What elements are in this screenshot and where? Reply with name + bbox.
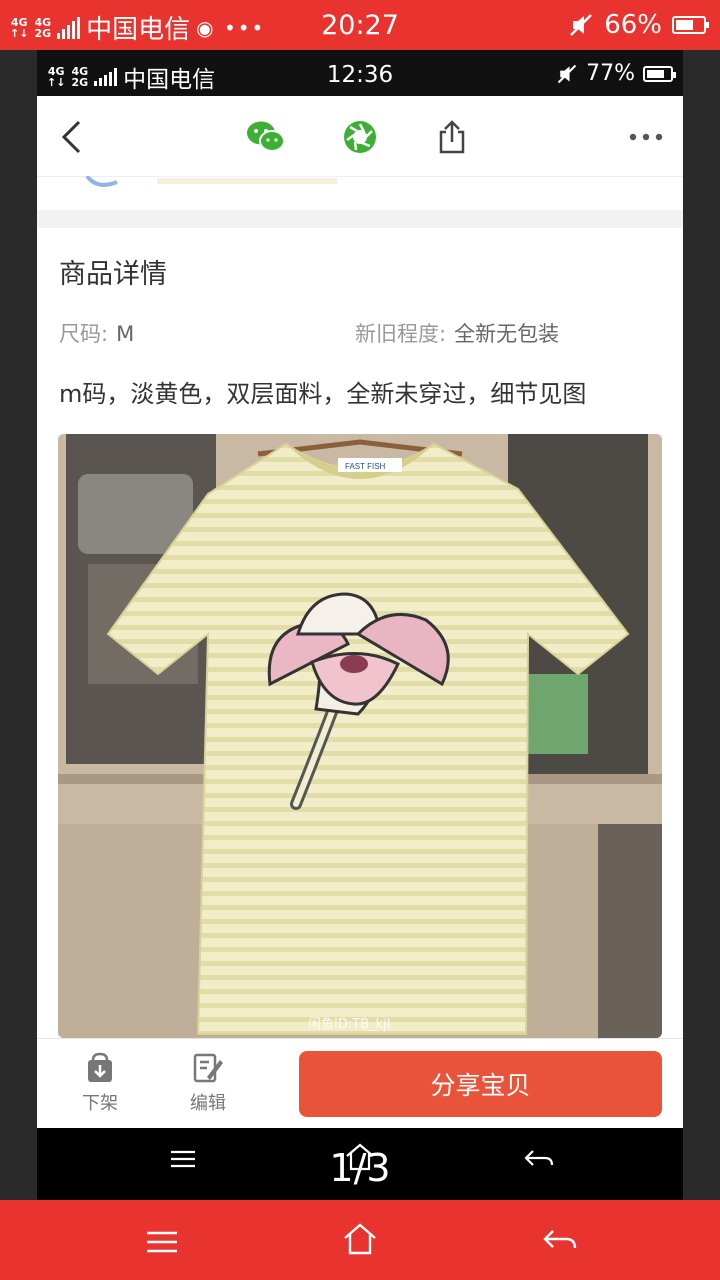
edit-label: 编辑: [190, 1093, 226, 1114]
size-label: 尺码:: [59, 322, 109, 346]
battery-icon: [643, 65, 676, 82]
photo-watermark: 闲鱼ID:TB_kjl: [308, 1016, 390, 1032]
product-photo[interactable]: FAST FISH 闲鱼ID:TB_kjl: [58, 434, 662, 1038]
section-title: 商品详情: [59, 259, 167, 290]
more-icon[interactable]: [625, 116, 667, 158]
section-separator: [37, 210, 683, 228]
shirt-brand-label: FAST FISH: [345, 462, 386, 471]
back-nav-icon[interactable]: [542, 1228, 578, 1254]
delist-label: 下架: [82, 1093, 118, 1114]
condition-value: 全新无包装: [454, 322, 560, 346]
condition-label: 新旧程度:: [355, 322, 447, 346]
delist-icon: [88, 1052, 112, 1082]
wechat-icon[interactable]: [245, 116, 287, 158]
outer-status-bar: 4G ↑↓ 4G 2G 中国电信 ◉ ••• 20:27 66%: [0, 0, 720, 50]
condition-attribute: 新旧程度: 全新无包装: [355, 318, 559, 348]
inner-status-bar: 4G ↑↓ 4G 2G 中国电信 12:36 77%: [37, 50, 683, 96]
size-value: M: [116, 322, 135, 346]
battery-percent: 66%: [604, 10, 662, 40]
item-description: m码，淡黄色，双层面料，全新未穿过，细节见图: [59, 380, 587, 408]
image-page-indicator: 1/3: [329, 1146, 391, 1190]
home-icon[interactable]: [342, 1222, 378, 1256]
mute-icon: [570, 14, 593, 36]
top-navbar: [37, 96, 683, 177]
delist-button[interactable]: 下架: [65, 1051, 135, 1115]
bottom-action-bar: 下架 编辑 分享宝贝: [37, 1038, 683, 1129]
menu-icon[interactable]: [145, 1230, 179, 1254]
edit-icon: [193, 1053, 223, 1083]
scrolled-content-edge: [57, 176, 357, 192]
share-icon[interactable]: [431, 116, 473, 158]
share-item-button[interactable]: 分享宝贝: [299, 1051, 662, 1117]
mute-icon: [557, 64, 577, 83]
system-navbar: [0, 1200, 720, 1280]
battery-icon: [672, 16, 709, 34]
app-screen: 4G ↑↓ 4G 2G 中国电信 12:36 77% 商品详情 尺码: M 新旧…: [37, 50, 683, 1200]
moments-icon[interactable]: [339, 116, 381, 158]
edit-button[interactable]: 编辑: [173, 1051, 243, 1115]
size-attribute: 尺码: M: [59, 318, 134, 348]
battery-percent: 77%: [586, 61, 635, 86]
back-icon[interactable]: [51, 116, 93, 158]
